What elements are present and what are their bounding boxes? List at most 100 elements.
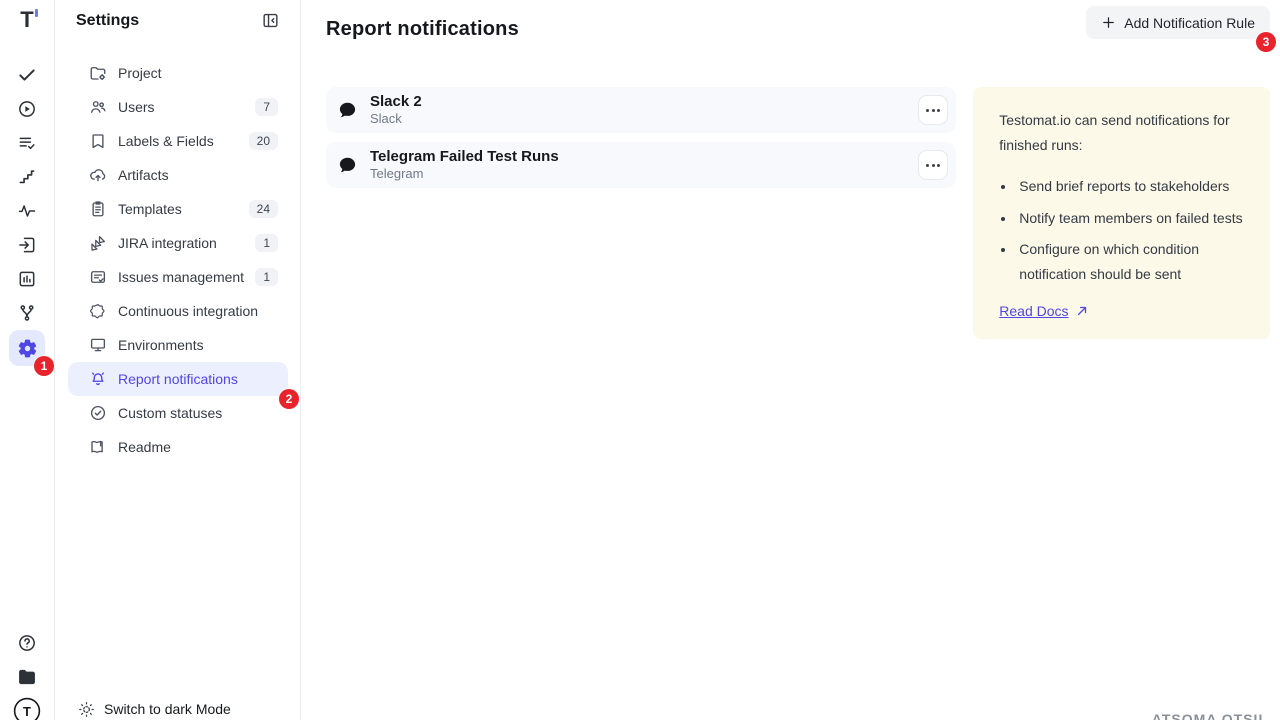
dark-mode-toggle[interactable]: Switch to dark Mode	[78, 694, 231, 720]
rail-item-milestones[interactable]	[9, 160, 45, 194]
info-intro: Testomat.io can send notifications for f…	[999, 108, 1245, 157]
steps-icon	[17, 167, 37, 187]
sidebar-item-label: Labels & Fields	[118, 133, 214, 149]
rule-row-telegram[interactable]: Telegram Failed Test Runs Telegram	[326, 142, 956, 188]
sidebar-item-label: Artifacts	[118, 167, 169, 183]
add-notification-rule-button[interactable]: Add Notification Rule	[1086, 6, 1270, 39]
sidebar-item-label: JIRA integration	[118, 235, 217, 251]
dot	[937, 109, 940, 112]
sidebar-item-label: Report notifications	[118, 371, 238, 387]
sidebar-item-issues-management[interactable]: Issues management 1	[68, 260, 288, 294]
logo-letter: T	[20, 8, 33, 32]
users-icon	[89, 98, 107, 116]
sidebar-item-label: Custom statuses	[118, 405, 222, 421]
sidebar-item-label: Continuous integration	[118, 303, 258, 319]
panel-collapse-icon	[261, 11, 280, 30]
collapse-sidebar-button[interactable]	[261, 11, 280, 30]
settings-sidebar: Settings Project Users 7 Labels & Fields…	[56, 0, 301, 720]
info-panel: Testomat.io can send notifications for f…	[973, 87, 1270, 339]
rail-item-plans[interactable]	[9, 126, 45, 160]
annotation-step-2: 2	[279, 389, 299, 409]
dot	[926, 109, 929, 112]
bookmark-icon	[89, 132, 107, 150]
sidebar-header: Settings	[56, 0, 300, 30]
rule-name: Telegram Failed Test Runs	[370, 149, 559, 166]
dot	[926, 164, 929, 167]
rail-item-projects[interactable]	[9, 660, 45, 694]
chat-bubble-icon	[337, 100, 358, 121]
app-logo[interactable]: T	[20, 8, 33, 34]
sidebar-item-artifacts[interactable]: Artifacts	[68, 158, 288, 192]
sidebar-item-jira-integration[interactable]: JIRA integration 1	[68, 226, 288, 260]
settings-nav: Project Users 7 Labels & Fields 20 Artif…	[56, 56, 300, 464]
count-badge: 1	[255, 268, 278, 286]
rule-more-button[interactable]	[918, 95, 948, 125]
issue-card-icon	[89, 268, 107, 286]
rail-item-pulls[interactable]	[9, 228, 45, 262]
bar-chart-icon	[17, 269, 37, 289]
sidebar-item-environments[interactable]: Environments	[68, 328, 288, 362]
info-bullet-list: Send brief reports to stakeholders Notif…	[999, 174, 1245, 286]
gear-icon	[17, 338, 38, 359]
sidebar-item-label: Environments	[118, 337, 204, 353]
sidebar-item-label: Issues management	[118, 269, 244, 285]
clipboard-icon	[89, 200, 107, 218]
rail-item-account[interactable]: T	[9, 694, 45, 720]
sidebar-item-project[interactable]: Project	[68, 56, 288, 90]
sidebar-item-users[interactable]: Users 7	[68, 90, 288, 124]
add-button-label: Add Notification Rule	[1124, 15, 1255, 31]
branch-icon	[17, 303, 37, 323]
info-bullet: Send brief reports to stakeholders	[1016, 174, 1245, 199]
sidebar-item-templates[interactable]: Templates 24	[68, 192, 288, 226]
monitor-icon	[89, 336, 107, 354]
sidebar-item-continuous-integration[interactable]: Continuous integration	[68, 294, 288, 328]
folder-cog-icon	[89, 64, 107, 82]
play-circle-icon	[17, 99, 37, 119]
info-bullet: Configure on which condition notificatio…	[1016, 237, 1245, 286]
folder-icon	[17, 667, 37, 687]
rule-channel: Slack	[370, 112, 422, 126]
import-box-icon	[17, 235, 37, 255]
dot	[937, 164, 940, 167]
rail-bottom: T	[9, 626, 45, 720]
count-badge: 24	[249, 200, 278, 218]
bell-ringing-icon	[89, 370, 107, 388]
rail-item-settings[interactable]: 1	[9, 330, 45, 366]
rail-item-reports[interactable]	[9, 262, 45, 296]
activity-icon	[17, 201, 37, 221]
dot	[932, 109, 935, 112]
clipped-text-fragment: ATSOMA OTSIL	[1152, 711, 1268, 720]
rule-more-button[interactable]	[918, 150, 948, 180]
sidebar-item-custom-statuses[interactable]: Custom statuses	[68, 396, 288, 430]
count-badge: 20	[249, 132, 278, 150]
rail-item-versions[interactable]	[9, 296, 45, 330]
page-title: Report notifications	[326, 18, 519, 41]
info-bullet: Notify team members on failed tests	[1016, 206, 1245, 231]
logo-circle: T	[13, 697, 41, 720]
sidebar-item-labels-fields[interactable]: Labels & Fields 20	[68, 124, 288, 158]
rail-item-analytics[interactable]	[9, 194, 45, 228]
rule-row-slack[interactable]: Slack 2 Slack	[326, 87, 956, 133]
help-circle-icon	[17, 633, 37, 653]
sidebar-item-readme[interactable]: Readme	[68, 430, 288, 464]
annotation-step-3: 3	[1256, 32, 1276, 52]
icon-rail: T 1	[0, 0, 55, 720]
sidebar-item-report-notifications[interactable]: Report notifications 2	[68, 362, 288, 396]
sun-icon	[78, 701, 95, 718]
external-arrow-icon	[1075, 304, 1089, 318]
check-circle-icon	[89, 404, 107, 422]
rail-item-tests[interactable]	[9, 58, 45, 92]
notification-rules-list: Slack 2 Slack Telegram Failed Test Runs …	[326, 87, 956, 339]
plus-icon	[1101, 15, 1116, 30]
sidebar-item-label: Project	[118, 65, 162, 81]
main-header: Report notifications Add Notification Ru…	[302, 0, 1280, 41]
svg-text:T: T	[23, 704, 31, 719]
main-content: Report notifications Add Notification Ru…	[302, 0, 1280, 720]
sidebar-item-label: Templates	[118, 201, 182, 217]
rail-item-help[interactable]	[9, 626, 45, 660]
read-docs-link[interactable]: Read Docs	[999, 303, 1088, 319]
list-check-icon	[17, 133, 37, 153]
rail-item-runs[interactable]	[9, 92, 45, 126]
rail-nav: 1	[9, 58, 45, 366]
ci-seal-icon	[89, 302, 107, 320]
